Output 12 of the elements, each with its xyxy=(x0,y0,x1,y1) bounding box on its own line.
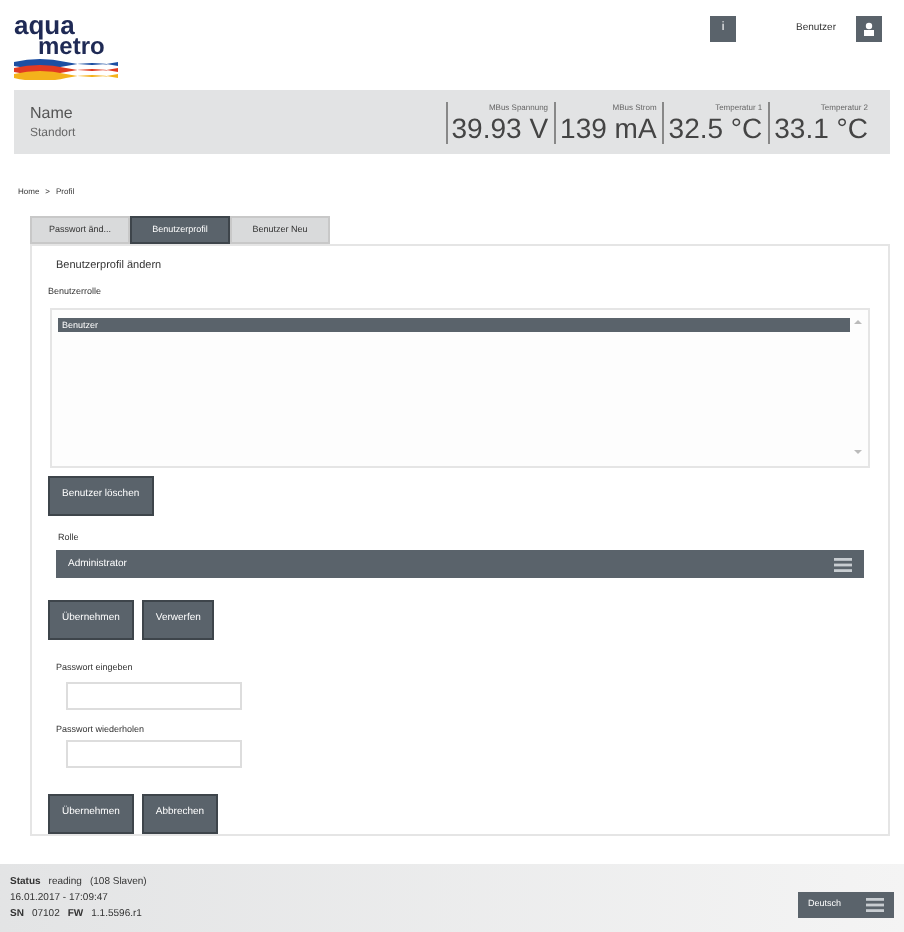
password-field[interactable] xyxy=(66,740,242,769)
logo: aqua metro xyxy=(14,16,122,80)
menu-icon xyxy=(866,897,884,911)
user-button[interactable] xyxy=(856,16,882,42)
measurement-value: 39.93 V xyxy=(451,113,549,143)
user-icon xyxy=(862,22,876,36)
measurement-value: 139 mA xyxy=(560,113,657,143)
password-field[interactable] xyxy=(66,681,242,709)
device-name: Name xyxy=(30,101,75,125)
menu-icon xyxy=(834,557,852,572)
measurement-value: 33.1 °C xyxy=(774,113,868,143)
measurement-value: 32.5 °C xyxy=(668,113,763,143)
